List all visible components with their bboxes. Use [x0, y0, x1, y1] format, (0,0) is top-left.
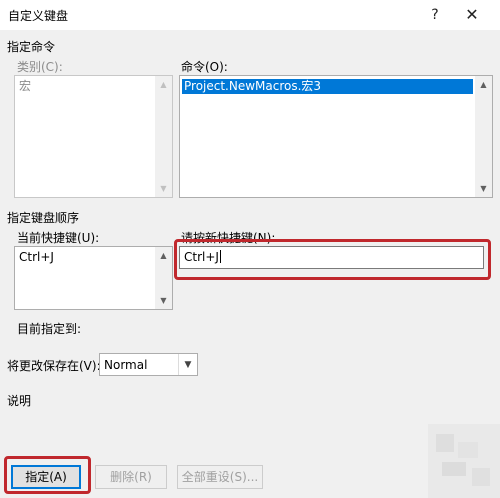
close-icon[interactable]: ✕	[461, 4, 483, 26]
annotation-highlight-box	[174, 239, 491, 280]
pixelated-watermark	[428, 424, 500, 498]
save-in-label: 将更改保存在(V):	[7, 359, 101, 373]
list-item[interactable]: 宏	[17, 79, 33, 94]
categories-listbox[interactable]: 宏 ▲ ▼	[14, 75, 173, 198]
current-keys-scrollbar[interactable]: ▲ ▼	[155, 247, 172, 309]
scroll-up-icon[interactable]: ▲	[155, 247, 172, 264]
description-heading: 说明	[7, 394, 32, 408]
list-item[interactable]: Project.NewMacros.宏3	[182, 79, 473, 94]
list-item[interactable]: Ctrl+J	[17, 250, 56, 265]
current-keys-listbox[interactable]: Ctrl+J ▲ ▼	[14, 246, 173, 310]
annotation-highlight-box	[4, 456, 91, 494]
chevron-down-icon[interactable]: ▼	[178, 354, 197, 375]
keyboard-section-heading: 指定键盘顺序	[7, 211, 80, 225]
scroll-up-icon[interactable]: ▲	[475, 76, 492, 93]
dialog-title: 自定义键盘	[8, 9, 69, 23]
remove-button[interactable]: 删除(R)	[95, 465, 167, 489]
title-bar: 自定义键盘 ? ✕	[0, 0, 500, 30]
save-in-value: Normal	[104, 358, 148, 372]
assigned-to-label: 目前指定到:	[17, 322, 82, 336]
help-icon[interactable]: ?	[424, 4, 446, 26]
reset-all-button[interactable]: 全部重设(S)...	[177, 465, 263, 489]
categories-label: 类别(C):	[17, 60, 63, 74]
commands-label: 命令(O):	[181, 60, 228, 74]
current-keys-label: 当前快捷键(U):	[17, 231, 100, 245]
scroll-up-icon[interactable]: ▲	[155, 76, 172, 93]
command-section-heading: 指定命令	[7, 40, 56, 54]
commands-listbox[interactable]: Project.NewMacros.宏3 ▲ ▼	[179, 75, 493, 198]
save-in-combobox[interactable]: Normal ▼	[99, 353, 198, 376]
scroll-down-icon[interactable]: ▼	[155, 292, 172, 309]
scroll-down-icon[interactable]: ▼	[475, 180, 492, 197]
commands-scrollbar[interactable]: ▲ ▼	[475, 76, 492, 197]
scroll-down-icon[interactable]: ▼	[155, 180, 172, 197]
categories-scrollbar[interactable]: ▲ ▼	[155, 76, 172, 197]
